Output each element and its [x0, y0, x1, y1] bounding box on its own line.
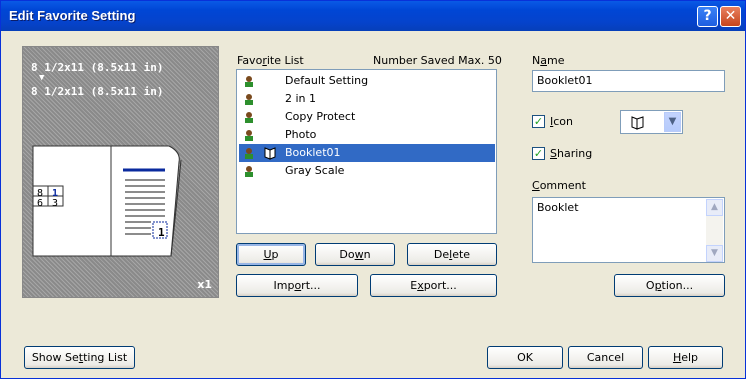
- favorite-list[interactable]: Default Setting 2 in 1 Copy Protect Phot…: [236, 69, 497, 234]
- up-button[interactable]: Up: [236, 243, 306, 266]
- name-input[interactable]: Booklet01: [532, 70, 725, 92]
- page-label: 1: [158, 226, 165, 239]
- help-title-button[interactable]: ?: [697, 6, 718, 27]
- list-item[interactable]: Gray Scale: [239, 162, 495, 180]
- list-item[interactable]: Photo: [239, 126, 495, 144]
- close-button[interactable]: ✕: [720, 6, 741, 27]
- down-button[interactable]: Down: [315, 243, 395, 266]
- list-item-selected[interactable]: Booklet01: [239, 144, 495, 162]
- print-preview: 8 1/2x11 (8.5x11 in) ▼ 8 1/2x11 (8.5x11 …: [22, 46, 219, 298]
- comment-label: Comment: [532, 179, 586, 192]
- list-item[interactable]: Default Setting: [239, 72, 495, 90]
- dialog-window: Edit Favorite Setting ? ✕ 8 1/2x11 (8.5x…: [0, 0, 746, 379]
- title-bar[interactable]: Edit Favorite Setting ? ✕: [1, 1, 745, 31]
- page-label: 3: [52, 198, 59, 209]
- list-item[interactable]: Copy Protect: [239, 108, 495, 126]
- favorite-list-label: Favorite List: [237, 54, 304, 67]
- sharing-checkbox[interactable]: ✓: [532, 147, 545, 160]
- page-label: 6: [37, 198, 44, 209]
- chevron-down-icon[interactable]: ▼: [664, 112, 681, 132]
- icon-select[interactable]: ▼: [620, 110, 683, 134]
- sharing-label: Sharing: [550, 147, 593, 160]
- favorite-icon: [245, 166, 253, 177]
- comment-textarea[interactable]: Booklet ▲ ▼: [532, 197, 725, 263]
- ok-button[interactable]: OK: [487, 346, 563, 369]
- comment-text: Booklet: [537, 201, 579, 214]
- cancel-button[interactable]: Cancel: [568, 346, 643, 369]
- max-saved-label: Number Saved Max. 50: [373, 54, 502, 67]
- import-button[interactable]: Import...: [236, 274, 358, 297]
- favorite-icon: [245, 112, 253, 123]
- favorite-icon: [245, 148, 253, 159]
- option-button[interactable]: Option...: [614, 274, 725, 297]
- scrollbar[interactable]: ▲ ▼: [706, 199, 723, 262]
- dialog-title: Edit Favorite Setting: [9, 8, 136, 23]
- icon-checkbox[interactable]: ✓: [532, 115, 545, 128]
- scroll-up-icon[interactable]: ▲: [706, 199, 723, 216]
- paper-size-output: 8 1/2x11 (8.5x11 in): [31, 85, 164, 98]
- show-setting-list-button[interactable]: Show Setting List: [24, 346, 135, 369]
- list-item[interactable]: 2 in 1: [239, 90, 495, 108]
- favorite-icon: [245, 76, 253, 87]
- favorite-icon: [245, 94, 253, 105]
- scroll-down-icon[interactable]: ▼: [706, 245, 723, 262]
- paper-size-source: 8 1/2x11 (8.5x11 in): [31, 61, 164, 74]
- help-button[interactable]: Help: [648, 346, 723, 369]
- icon-label: Icon: [550, 115, 573, 128]
- delete-button[interactable]: Delete: [407, 243, 497, 266]
- booklet-icon: [631, 116, 644, 130]
- down-arrow-icon: ▼: [39, 73, 45, 83]
- export-button[interactable]: Export...: [370, 274, 497, 297]
- copies-count: x1: [197, 278, 212, 291]
- name-label: Name: [532, 54, 565, 67]
- favorite-icon: [245, 130, 253, 141]
- booklet-icon: [264, 147, 276, 160]
